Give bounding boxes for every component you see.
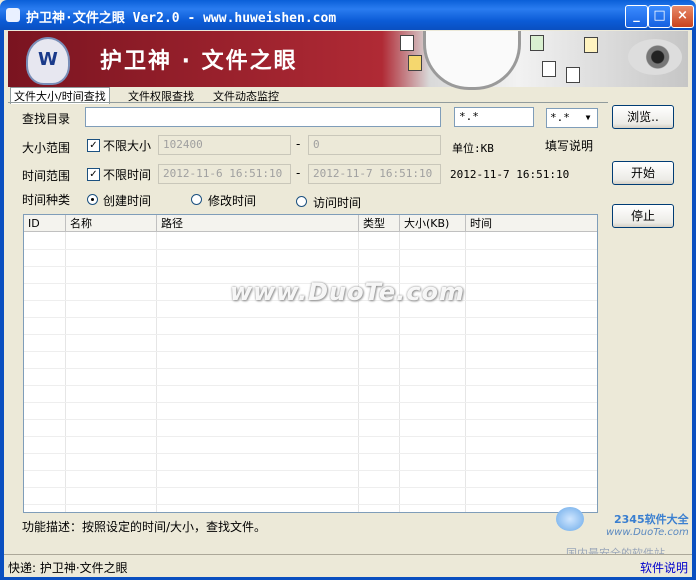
fill-help-link[interactable]: 填写说明 <box>545 137 593 154</box>
maximize-button[interactable]: □ <box>648 5 671 28</box>
grid-line <box>24 453 597 454</box>
corner-watermark-url: www.DuoTe.com <box>606 527 689 538</box>
pattern-select-value: *.* <box>550 111 570 124</box>
corner-watermark-brand: 2345软件大全 <box>614 513 689 526</box>
function-description: 功能描述：按照设定的时间/大小，查找文件。 <box>22 520 267 534</box>
time-end-input[interactable]: 2012-11-7 16:51:10 <box>308 164 441 184</box>
radio-access-time[interactable] <box>296 196 307 207</box>
size-dash: - <box>296 137 301 151</box>
grid-line <box>24 436 597 437</box>
file-icon <box>530 35 544 51</box>
size-unit-label: 单位:KB <box>452 142 494 155</box>
tab-divider <box>8 102 608 103</box>
banner-title: 护卫神 · 文件之眼 <box>100 49 298 74</box>
window-title: 护卫神·文件之眼 Ver2.0 - www.huweishen.com <box>26 11 337 26</box>
tab-strip: 文件大小/时间查找 文件权限查找 文件动态监控 <box>10 87 330 104</box>
grid-line <box>24 402 597 403</box>
col-name[interactable]: 名称 <box>66 215 157 232</box>
document-icon <box>400 35 414 51</box>
grid-line <box>24 334 597 335</box>
window-frame-right <box>692 30 696 580</box>
folder-icon <box>408 55 422 71</box>
time-start-input[interactable]: 2012-11-6 16:51:10 <box>158 164 291 184</box>
settings-file-icon <box>542 61 556 77</box>
pattern-input[interactable]: *.* <box>454 107 534 127</box>
time-dash: - <box>296 166 301 180</box>
radio-modify-time[interactable] <box>191 194 202 205</box>
grid-line <box>24 317 597 318</box>
dir-input[interactable] <box>85 107 441 127</box>
radio-create-time-label: 创建时间 <box>103 194 152 208</box>
col-id[interactable]: ID <box>24 215 66 232</box>
size-unlimited-checkbox[interactable]: ✓ <box>87 139 100 152</box>
app-icon <box>6 8 20 22</box>
title-bar[interactable]: 护卫神·文件之眼 Ver2.0 - www.huweishen.com _ □ … <box>0 0 696 30</box>
chevron-down-icon: ▼ <box>580 110 596 126</box>
pattern-select[interactable]: *.* ▼ <box>546 108 598 128</box>
eye-icon <box>628 39 682 75</box>
size-min-input[interactable]: 102400 <box>158 135 291 155</box>
grid-line <box>24 419 597 420</box>
stop-button[interactable]: 停止 <box>612 204 674 228</box>
software-help-link[interactable]: 软件说明 <box>640 559 688 576</box>
col-size[interactable]: 大小(KB) <box>400 215 466 232</box>
time-unlimited-checkbox[interactable]: ✓ <box>87 168 100 181</box>
grid-line <box>24 470 597 471</box>
size-max-input[interactable]: 0 <box>308 135 441 155</box>
col-type[interactable]: 类型 <box>359 215 400 232</box>
minimize-button[interactable]: _ <box>625 5 648 28</box>
text-file-icon <box>566 67 580 83</box>
radio-modify-time-label: 修改时间 <box>208 194 257 208</box>
magnifier-icon <box>423 31 521 90</box>
time-unlimited-label: 不限时间 <box>103 168 152 182</box>
radio-create-time[interactable] <box>87 194 98 205</box>
logo-letter: W <box>38 49 58 70</box>
dir-label: 查找目录 <box>22 112 71 126</box>
size-label: 大小范围 <box>22 141 71 155</box>
status-bar: 快递: 护卫神·文件之眼 软件说明 <box>4 554 692 577</box>
grid-line <box>24 368 597 369</box>
close-button[interactable]: × <box>671 5 694 28</box>
timetype-label: 时间种类 <box>22 193 71 207</box>
header-banner: W 护卫神 · 文件之眼 <box>8 31 688 90</box>
time-label: 时间范围 <box>22 169 71 183</box>
current-time: 2012-11-7 16:51:10 <box>450 168 570 181</box>
edit-file-icon <box>584 37 598 53</box>
browse-button[interactable]: 浏览.. <box>612 105 674 129</box>
size-unlimited-label: 不限大小 <box>103 139 152 153</box>
results-table[interactable]: ID 名称 路径 类型 大小(KB) 时间 <box>23 214 598 513</box>
grid-line <box>24 504 597 505</box>
grid-line <box>24 266 597 267</box>
col-time[interactable]: 时间 <box>466 215 597 232</box>
status-text: 快递: 护卫神·文件之眼 <box>8 561 128 575</box>
duote-watermark: www.DuoTe.com <box>230 278 465 306</box>
grid-line <box>24 351 597 352</box>
radio-access-time-label: 访问时间 <box>313 196 362 210</box>
grid-line <box>24 487 597 488</box>
grid-line <box>24 249 597 250</box>
cloud-logo-icon <box>556 507 584 531</box>
start-button[interactable]: 开始 <box>612 161 674 185</box>
col-path[interactable]: 路径 <box>157 215 359 232</box>
window-frame-left <box>0 30 4 580</box>
grid-line <box>24 385 597 386</box>
